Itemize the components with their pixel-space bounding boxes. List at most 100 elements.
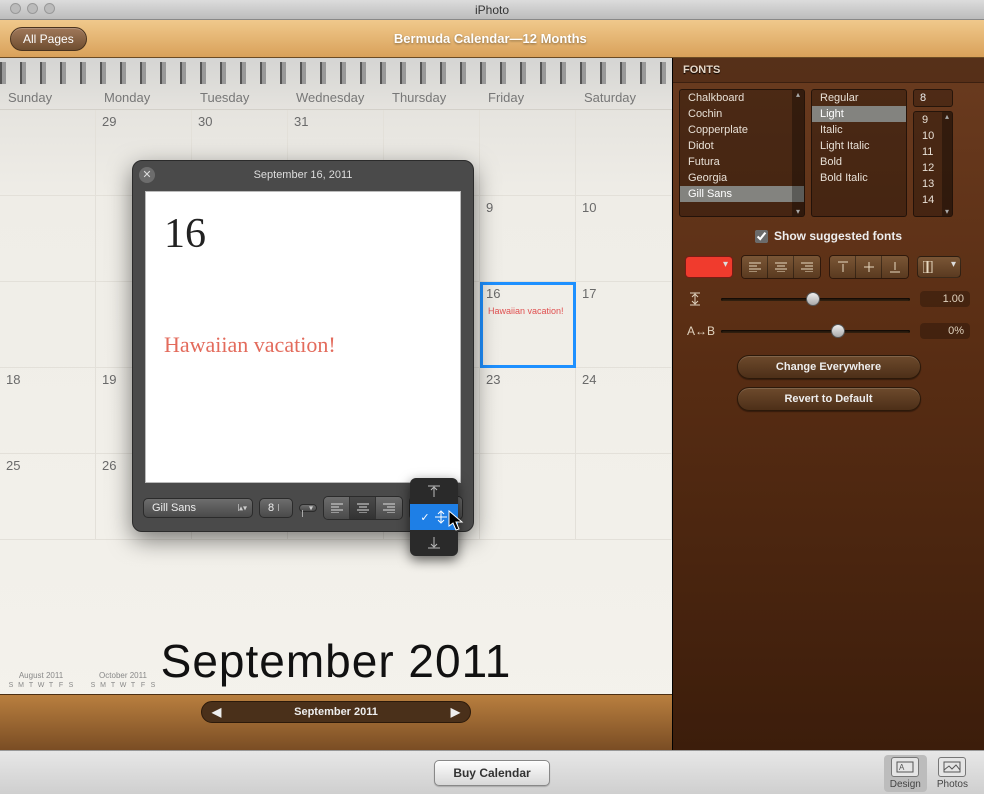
valign-middle-option[interactable]: ✓: [410, 504, 458, 530]
day-cell[interactable]: 24: [576, 368, 672, 454]
all-pages-button[interactable]: All Pages: [10, 27, 87, 51]
char-spacing-slider[interactable]: [721, 324, 910, 338]
list-item[interactable]: Italic: [812, 122, 906, 138]
day-cell[interactable]: 9: [480, 196, 576, 282]
close-window-button[interactable]: [10, 3, 21, 14]
valign-middle-button[interactable]: [856, 256, 882, 278]
font-size-select[interactable]: 8: [259, 498, 293, 518]
day-editor-popover: ✕ September 16, 2011 16 Hawaiian vacatio…: [132, 160, 474, 532]
list-item[interactable]: Cochin: [680, 106, 804, 122]
list-item-selected[interactable]: Light: [812, 106, 906, 122]
nav-prev-button[interactable]: ◀: [212, 705, 221, 719]
vertical-align-group-panel: [829, 255, 909, 279]
day-cell[interactable]: 23: [480, 368, 576, 454]
valign-top-option[interactable]: [410, 478, 458, 504]
day-event-text: Hawaiian vacation!: [488, 306, 564, 316]
fonts-panel-title: FONTS: [673, 58, 984, 83]
horizontal-align-group-panel: [741, 255, 821, 279]
list-item[interactable]: Georgia: [680, 170, 804, 186]
day-cell[interactable]: [576, 454, 672, 540]
change-everywhere-button[interactable]: Change Everywhere: [737, 355, 921, 379]
valign-bottom-option[interactable]: [410, 530, 458, 556]
tab-design[interactable]: A Design: [884, 755, 927, 792]
align-left-button[interactable]: [324, 497, 350, 519]
horizontal-align-group: [323, 496, 403, 520]
photos-icon: [938, 757, 966, 777]
list-item[interactable]: Light Italic: [812, 138, 906, 154]
day-cell[interactable]: [0, 110, 96, 196]
day-preview-page[interactable]: 16 Hawaiian vacation!: [145, 191, 461, 483]
list-item[interactable]: Regular: [812, 90, 906, 106]
font-size-field[interactable]: 8: [913, 89, 953, 107]
list-item[interactable]: Bold: [812, 154, 906, 170]
scrollbar[interactable]: ▴▾: [942, 112, 952, 216]
window-title: iPhoto: [475, 3, 509, 17]
day-number: 16: [164, 210, 442, 258]
day-cell[interactable]: 25: [0, 454, 96, 540]
columns-picker[interactable]: [917, 256, 961, 278]
day-cell[interactable]: [480, 110, 576, 196]
zoom-window-button[interactable]: [44, 3, 55, 14]
spiral-binding: [0, 62, 672, 84]
day-cell[interactable]: 18: [0, 368, 96, 454]
font-family-list[interactable]: Chalkboard Cochin Copperplate Didot Futu…: [679, 89, 805, 217]
line-spacing-icon: [687, 291, 711, 307]
char-spacing-label: A↔B: [687, 324, 711, 338]
day-cell[interactable]: [0, 196, 96, 282]
list-item[interactable]: Copperplate: [680, 122, 804, 138]
day-cell[interactable]: 17: [576, 282, 672, 368]
fonts-panel: FONTS Chalkboard Cochin Copperplate Dido…: [672, 58, 984, 750]
bottom-bar: Buy Calendar A Design Photos: [0, 750, 984, 794]
day-cell[interactable]: [576, 110, 672, 196]
nav-next-button[interactable]: ▶: [451, 705, 460, 719]
day-cell[interactable]: 10: [576, 196, 672, 282]
day-cell[interactable]: [0, 282, 96, 368]
align-right-button[interactable]: [376, 497, 402, 519]
list-item[interactable]: Bold Italic: [812, 170, 906, 186]
project-title: Bermuda Calendar—12 Months: [99, 31, 882, 46]
month-title-large: September 2011: [0, 634, 672, 688]
list-item[interactable]: Futura: [680, 154, 804, 170]
line-spacing-slider[interactable]: [721, 292, 910, 306]
list-item[interactable]: Didot: [680, 138, 804, 154]
close-icon[interactable]: ✕: [139, 167, 155, 183]
scrollbar[interactable]: ▴▾: [792, 90, 804, 216]
font-size-list[interactable]: 9 10 11 12 13 14 ▴▾: [913, 111, 953, 217]
project-toolbar: All Pages Bermuda Calendar—12 Months: [0, 20, 984, 58]
weekday-header: Tuesday: [192, 90, 288, 105]
day-cell[interactable]: [480, 454, 576, 540]
align-center-button[interactable]: [350, 497, 376, 519]
minimize-window-button[interactable]: [27, 3, 38, 14]
svg-text:A: A: [899, 763, 905, 772]
buy-calendar-button[interactable]: Buy Calendar: [434, 760, 549, 786]
nav-month-label: September 2011: [294, 706, 378, 718]
weekday-header-row: Sunday Monday Tuesday Wednesday Thursday…: [0, 84, 672, 109]
page-navigator: ◀ September 2011 ▶: [201, 701, 471, 723]
calendar-page-area: Sunday Monday Tuesday Wednesday Thursday…: [0, 58, 672, 750]
valign-top-button[interactable]: [830, 256, 856, 278]
align-left-button[interactable]: [742, 256, 768, 278]
day-cell-selected[interactable]: 16 Hawaiian vacation!: [480, 282, 576, 368]
weekday-header: Sunday: [0, 90, 96, 105]
weekday-header: Monday: [96, 90, 192, 105]
tab-photos[interactable]: Photos: [931, 755, 974, 792]
list-item-selected[interactable]: Gill Sans: [680, 186, 804, 202]
traffic-lights[interactable]: [10, 3, 55, 14]
align-right-button[interactable]: [794, 256, 820, 278]
weekday-header: Saturday: [576, 90, 672, 105]
font-size-stepper[interactable]: ▾: [299, 504, 317, 512]
show-suggested-checkbox[interactable]: [755, 230, 768, 243]
char-spacing-value[interactable]: 0%: [920, 323, 970, 339]
page-navigator-strip: ◀ September 2011 ▶: [0, 694, 672, 750]
list-item[interactable]: Chalkboard: [680, 90, 804, 106]
popover-title: September 16, 2011: [254, 169, 353, 181]
event-text[interactable]: Hawaiian vacation!: [164, 332, 442, 358]
revert-to-default-button[interactable]: Revert to Default: [737, 387, 921, 411]
valign-bottom-button[interactable]: [882, 256, 908, 278]
line-spacing-value[interactable]: 1.00: [920, 291, 970, 307]
font-style-list[interactable]: Regular Light Italic Light Italic Bold B…: [811, 89, 907, 217]
text-color-picker[interactable]: [685, 256, 733, 278]
checkmark-icon: ✓: [420, 511, 429, 524]
font-family-select[interactable]: Gill Sans▴▾: [143, 498, 253, 518]
align-center-button[interactable]: [768, 256, 794, 278]
